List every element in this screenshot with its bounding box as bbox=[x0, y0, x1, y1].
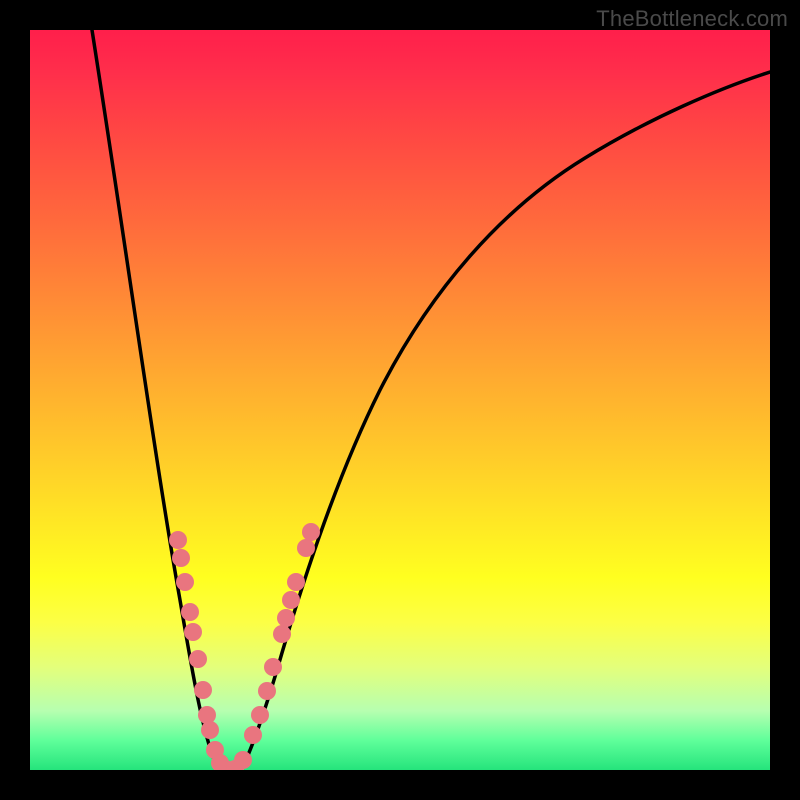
curve-marker bbox=[172, 549, 190, 567]
curve-marker bbox=[198, 706, 216, 724]
curve-marker bbox=[264, 658, 282, 676]
curve-marker bbox=[302, 523, 320, 541]
curve-marker bbox=[282, 591, 300, 609]
watermark-text: TheBottleneck.com bbox=[596, 6, 788, 32]
curve-marker bbox=[244, 726, 262, 744]
curve-marker bbox=[251, 706, 269, 724]
curve-marker bbox=[184, 623, 202, 641]
curve-marker bbox=[258, 682, 276, 700]
curve-markers-group bbox=[169, 523, 320, 770]
curve-marker bbox=[297, 539, 315, 557]
curve-marker bbox=[189, 650, 207, 668]
plot-area bbox=[30, 30, 770, 770]
curve-marker bbox=[181, 603, 199, 621]
curve-marker bbox=[194, 681, 212, 699]
curve-marker bbox=[234, 751, 252, 769]
curve-marker bbox=[169, 531, 187, 549]
curve-marker bbox=[176, 573, 194, 591]
curve-marker bbox=[287, 573, 305, 591]
curve-marker bbox=[201, 721, 219, 739]
bottleneck-curve-svg bbox=[30, 30, 770, 770]
curve-marker bbox=[277, 609, 295, 627]
curve-marker bbox=[273, 625, 291, 643]
chart-frame: TheBottleneck.com bbox=[0, 0, 800, 800]
